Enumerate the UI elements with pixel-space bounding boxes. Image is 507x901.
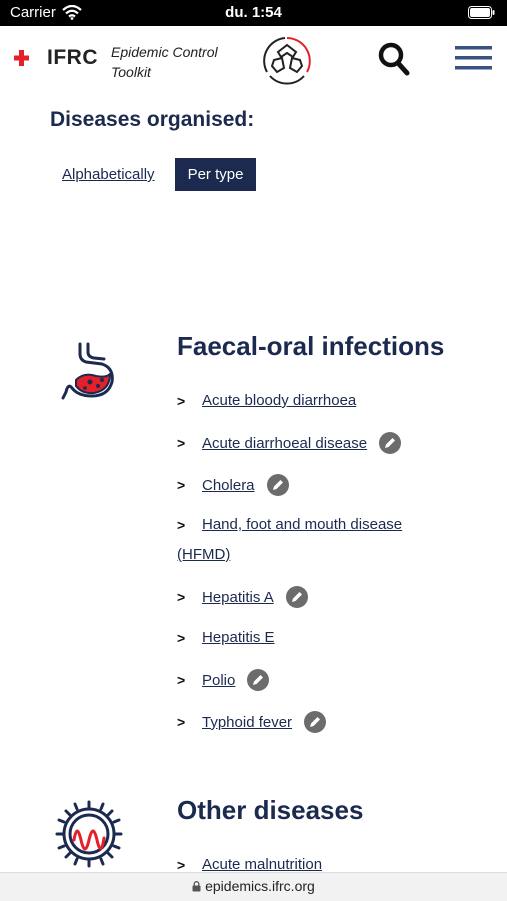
status-time: du. 1:54 xyxy=(225,4,282,21)
disease-link[interactable]: Acute malnutrition xyxy=(202,856,322,873)
disease-link[interactable]: Cholera xyxy=(202,477,255,494)
status-bar: Carrier du. 1:54 xyxy=(0,0,507,26)
menu-button[interactable] xyxy=(455,46,492,75)
pencil-icon xyxy=(379,432,402,454)
search-button[interactable] xyxy=(378,42,410,81)
url-text: epidemics.ifrc.org xyxy=(205,878,315,894)
pencil-icon xyxy=(304,711,327,733)
chevron-right-icon: > xyxy=(177,714,186,730)
pencil-icon xyxy=(266,474,289,496)
app-header: IFRC Epidemic Control Toolkit xyxy=(0,26,507,98)
hamburger-menu-icon xyxy=(455,46,492,70)
category-title-other-diseases: Other diseases xyxy=(177,795,364,825)
chevron-right-icon: > xyxy=(177,392,186,409)
chevron-right-icon: > xyxy=(177,672,186,688)
disease-link-continuation[interactable]: (HFMD) xyxy=(177,546,230,563)
disease-item-hepatitis-a[interactable]: > Hepatitis A xyxy=(177,586,308,608)
disease-link[interactable]: Hand, foot and mouth disease xyxy=(202,516,402,533)
browser-url-bar[interactable]: epidemics.ifrc.org xyxy=(0,872,507,901)
toolkit-logo-icon[interactable] xyxy=(260,34,314,93)
category-title-faecal-oral: Faecal-oral infections xyxy=(177,331,445,361)
alphabetically-tab[interactable]: Alphabetically xyxy=(62,166,155,183)
disease-link[interactable]: Polio xyxy=(202,672,235,689)
disease-item-polio[interactable]: > Polio xyxy=(177,669,270,691)
disease-link[interactable]: Typhoid fever xyxy=(202,714,292,731)
red-cross-crescent-icon xyxy=(14,50,40,66)
disease-item-cholera[interactable]: > Cholera xyxy=(177,474,289,496)
lock-icon xyxy=(192,881,201,892)
battery-icon xyxy=(468,6,495,24)
search-icon xyxy=(378,42,410,76)
chevron-right-icon: > xyxy=(177,589,186,605)
app-title-line2: Toolkit xyxy=(111,64,151,80)
organised-heading: Diseases organised: xyxy=(50,108,255,131)
disease-item-acute-diarrhoeal-disease[interactable]: > Acute diarrhoeal disease xyxy=(177,432,402,454)
ifrc-wordmark: IFRC xyxy=(47,46,98,69)
app-title: Epidemic Control Toolkit xyxy=(111,42,218,82)
disease-link[interactable]: Acute bloody diarrhoea xyxy=(202,392,356,409)
disease-link[interactable]: Acute diarrhoeal disease xyxy=(202,435,367,452)
stomach-icon xyxy=(58,340,120,407)
disease-item-acute-bloody-diarrhoea[interactable]: > Acute bloody diarrhoea xyxy=(177,392,356,409)
disease-item-hfmd[interactable]: > Hand, foot and mouth disease xyxy=(177,516,402,533)
disease-item-typhoid-fever[interactable]: > Typhoid fever xyxy=(177,711,327,733)
disease-item-hepatitis-e[interactable]: > Hepatitis E xyxy=(177,629,275,646)
virus-icon xyxy=(55,800,123,873)
app-title-line1: Epidemic Control xyxy=(111,44,218,60)
ifrc-logo[interactable]: IFRC xyxy=(14,46,98,70)
chevron-right-icon: > xyxy=(177,477,186,493)
pencil-icon xyxy=(285,586,308,608)
chevron-right-icon: > xyxy=(177,435,186,451)
pencil-icon xyxy=(247,669,270,691)
chevron-right-icon: > xyxy=(177,516,186,533)
disease-link[interactable]: Hepatitis E xyxy=(202,629,275,646)
disease-link[interactable]: Hepatitis A xyxy=(202,589,274,606)
chevron-right-icon: > xyxy=(177,856,186,873)
disease-item-acute-malnutrition[interactable]: > Acute malnutrition xyxy=(177,856,322,873)
chevron-right-icon: > xyxy=(177,629,186,646)
per-type-tab[interactable]: Per type xyxy=(175,158,256,191)
